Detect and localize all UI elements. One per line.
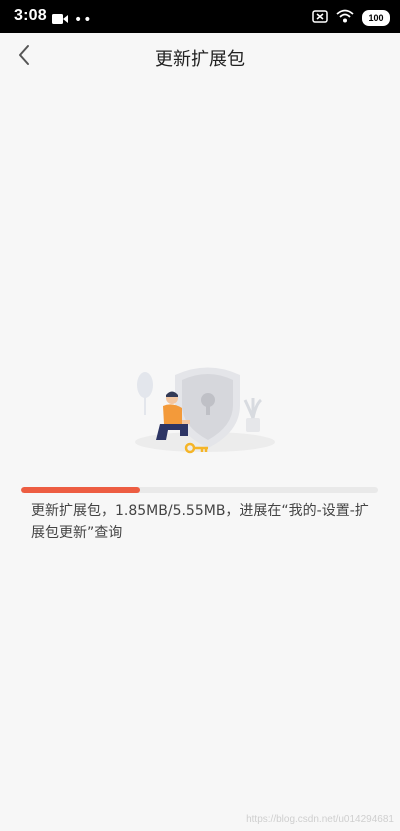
status-bar: 3:08 •• 100	[0, 0, 400, 33]
security-illustration	[130, 360, 280, 460]
header: 更新扩展包	[0, 33, 400, 81]
progress-message: 更新扩展包，1.85MB/5.55MB，进展在“我的-设置-扩展包更新”查询	[31, 503, 369, 541]
progress-fill	[21, 487, 140, 493]
status-right-icons: 100	[312, 8, 390, 27]
page-title: 更新扩展包	[155, 49, 245, 70]
battery-icon: 100	[362, 9, 390, 26]
tree-icon	[137, 372, 153, 415]
video-camera-icon	[52, 10, 68, 29]
wifi-icon	[336, 8, 354, 27]
progress-bar	[21, 487, 378, 493]
status-time: 3:08	[14, 7, 47, 24]
status-left-icons: ••	[52, 10, 93, 29]
plant-icon	[243, 398, 263, 432]
screen: 3:08 •• 100 更新扩展包 更新扩展包，1.85MB/5.55MB，进展…	[0, 0, 400, 831]
notification-dots: ••	[74, 11, 93, 28]
watermark: https://blog.csdn.net/u014294681	[246, 814, 394, 825]
sim-off-icon	[312, 8, 328, 27]
